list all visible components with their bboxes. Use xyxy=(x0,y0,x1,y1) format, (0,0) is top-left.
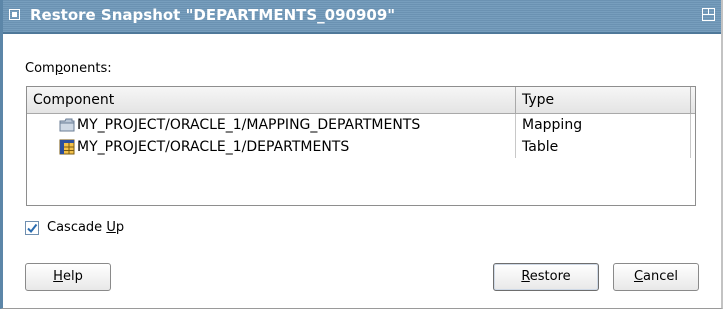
table-header: Component Type xyxy=(27,87,695,114)
help-button[interactable]: Help xyxy=(25,263,111,291)
table-row[interactable]: MY_PROJECT/ORACLE_1/DEPARTMENTS Table xyxy=(27,136,695,158)
type-cell: Table xyxy=(516,136,691,158)
column-header-type[interactable]: Type xyxy=(516,87,691,113)
title-bar[interactable]: Restore Snapshot "DEPARTMENTS_090909" xyxy=(3,0,721,34)
folder-mapping-icon xyxy=(59,118,75,132)
components-label: Components: xyxy=(25,61,112,76)
component-cell: MY_PROJECT/ORACLE_1/MAPPING_DEPARTMENTS xyxy=(27,114,516,136)
window-menu-icon[interactable] xyxy=(9,9,20,20)
restore-snapshot-dialog: Restore Snapshot "DEPARTMENTS_090909" Co… xyxy=(0,0,723,309)
column-header-component[interactable]: Component xyxy=(27,87,516,113)
window-title: Restore Snapshot "DEPARTMENTS_090909" xyxy=(30,6,396,24)
table-row[interactable]: MY_PROJECT/ORACLE_1/MAPPING_DEPARTMENTS … xyxy=(27,114,695,136)
component-cell: MY_PROJECT/ORACLE_1/DEPARTMENTS xyxy=(27,136,516,158)
table-icon xyxy=(59,139,75,155)
cancel-button[interactable]: Cancel xyxy=(613,263,699,291)
restore-button[interactable]: Restore xyxy=(493,263,599,291)
components-table[interactable]: Component Type MY_PROJECT/ORACLE_1/MAPPI… xyxy=(26,86,696,206)
cascade-up-label[interactable]: Cascade Up xyxy=(47,220,124,235)
maximize-icon[interactable] xyxy=(702,8,715,21)
type-cell: Mapping xyxy=(516,114,691,136)
cascade-up-checkbox[interactable] xyxy=(25,221,39,235)
checkmark-icon xyxy=(27,223,38,234)
